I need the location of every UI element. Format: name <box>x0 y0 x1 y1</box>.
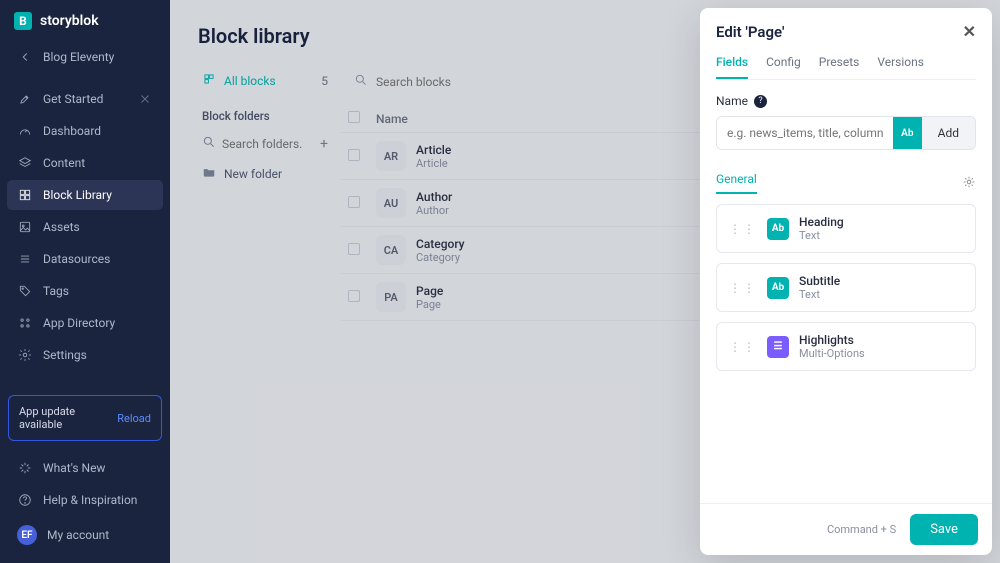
tab-config[interactable]: Config <box>766 55 801 79</box>
sidebar-item-label: What's New <box>43 461 105 475</box>
shortcut-hint: Command + S <box>827 523 896 536</box>
drawer-tabs: Fields Config Presets Versions <box>716 55 976 80</box>
tab-versions[interactable]: Versions <box>877 55 924 79</box>
save-button[interactable]: Save <box>910 514 978 545</box>
sidebar-back-label: Blog Eleventy <box>43 50 114 64</box>
field-type-icon: Ab <box>767 218 789 240</box>
help-icon <box>17 493 33 507</box>
sidebar-item-settings[interactable]: Settings <box>7 340 163 370</box>
brand-name: storyblok <box>40 13 99 29</box>
tag-icon <box>17 284 33 298</box>
update-banner: App update available Reload <box>8 395 162 441</box>
field-type-icon: Ab <box>767 277 789 299</box>
update-text: App update available <box>19 405 117 431</box>
field-name-input[interactable] <box>717 117 893 149</box>
blocks-icon <box>17 188 33 202</box>
sidebar-item-label: Settings <box>43 348 87 362</box>
sidebar-item-label: My account <box>47 528 109 542</box>
close-icon[interactable] <box>137 92 153 106</box>
sidebar-item-get-started[interactable]: Get Started <box>7 84 163 114</box>
drag-handle-icon[interactable]: ⋮⋮ <box>729 222 757 236</box>
tab-presets[interactable]: Presets <box>819 55 860 79</box>
sidebar-item-dashboard[interactable]: Dashboard <box>7 116 163 146</box>
drawer-title: Edit 'Page' <box>716 23 784 41</box>
sidebar-item-account[interactable]: EF My account <box>7 517 163 553</box>
sidebar-item-whats-new[interactable]: What's New <box>7 453 163 483</box>
drag-handle-icon[interactable]: ⋮⋮ <box>729 340 757 354</box>
sidebar: B storyblok Blog Eleventy Get Started Da… <box>0 0 170 563</box>
close-icon[interactable]: ✕ <box>963 22 976 41</box>
sidebar-item-label: Dashboard <box>43 124 101 138</box>
field-type: Text <box>799 288 840 301</box>
field-name: Heading <box>799 215 844 229</box>
add-field-button[interactable]: Add <box>922 117 975 149</box>
list-icon <box>17 252 33 266</box>
sidebar-item-label: Tags <box>43 284 69 298</box>
rocket-icon <box>17 92 33 106</box>
sparkle-icon <box>17 461 33 475</box>
apps-icon <box>17 316 33 330</box>
section-name[interactable]: General <box>716 172 757 194</box>
drag-handle-icon[interactable]: ⋮⋮ <box>729 281 757 295</box>
sidebar-item-help[interactable]: Help & Inspiration <box>7 485 163 515</box>
field-type-chip[interactable]: Ab <box>893 117 922 149</box>
help-icon[interactable]: ? <box>754 95 767 108</box>
sidebar-item-block-library[interactable]: Block Library <box>7 180 163 210</box>
gear-icon <box>17 348 33 362</box>
arrow-left-icon <box>17 50 33 64</box>
field-type-icon: ☰ <box>767 336 789 358</box>
field-type: Text <box>799 229 844 242</box>
field-type: Multi-Options <box>799 347 865 360</box>
sidebar-back[interactable]: Blog Eleventy <box>7 42 163 72</box>
avatar: EF <box>17 525 37 545</box>
image-icon <box>17 220 33 234</box>
sidebar-item-label: Block Library <box>43 188 112 202</box>
field-name: Subtitle <box>799 274 840 288</box>
field-name: Highlights <box>799 333 865 347</box>
main: Block library All blocks 5 Block folders… <box>170 0 1000 563</box>
edit-drawer: Edit 'Page' ✕ Fields Config Presets Version… <box>700 8 992 555</box>
sidebar-item-label: Help & Inspiration <box>43 493 137 507</box>
gear-icon[interactable] <box>962 175 976 192</box>
brand: B storyblok <box>0 0 170 42</box>
layers-icon <box>17 156 33 170</box>
field-card[interactable]: ⋮⋮ Ab SubtitleText <box>716 263 976 312</box>
sidebar-item-assets[interactable]: Assets <box>7 212 163 242</box>
gauge-icon <box>17 124 33 138</box>
tab-fields[interactable]: Fields <box>716 55 748 79</box>
sidebar-item-label: Datasources <box>43 252 110 266</box>
sidebar-item-label: App Directory <box>43 316 115 330</box>
sidebar-item-label: Content <box>43 156 85 170</box>
field-card[interactable]: ⋮⋮ Ab HeadingText <box>716 204 976 253</box>
name-input-group: Ab Add <box>716 116 976 150</box>
reload-link[interactable]: Reload <box>117 412 151 425</box>
sidebar-item-label: Assets <box>43 220 80 234</box>
sidebar-item-app-directory[interactable]: App Directory <box>7 308 163 338</box>
name-label: Name <box>716 94 748 108</box>
brand-logo: B <box>14 12 32 30</box>
sidebar-item-label: Get Started <box>43 92 103 106</box>
field-card[interactable]: ⋮⋮ ☰ HighlightsMulti-Options <box>716 322 976 371</box>
sidebar-item-datasources[interactable]: Datasources <box>7 244 163 274</box>
sidebar-item-content[interactable]: Content <box>7 148 163 178</box>
sidebar-item-tags[interactable]: Tags <box>7 276 163 306</box>
